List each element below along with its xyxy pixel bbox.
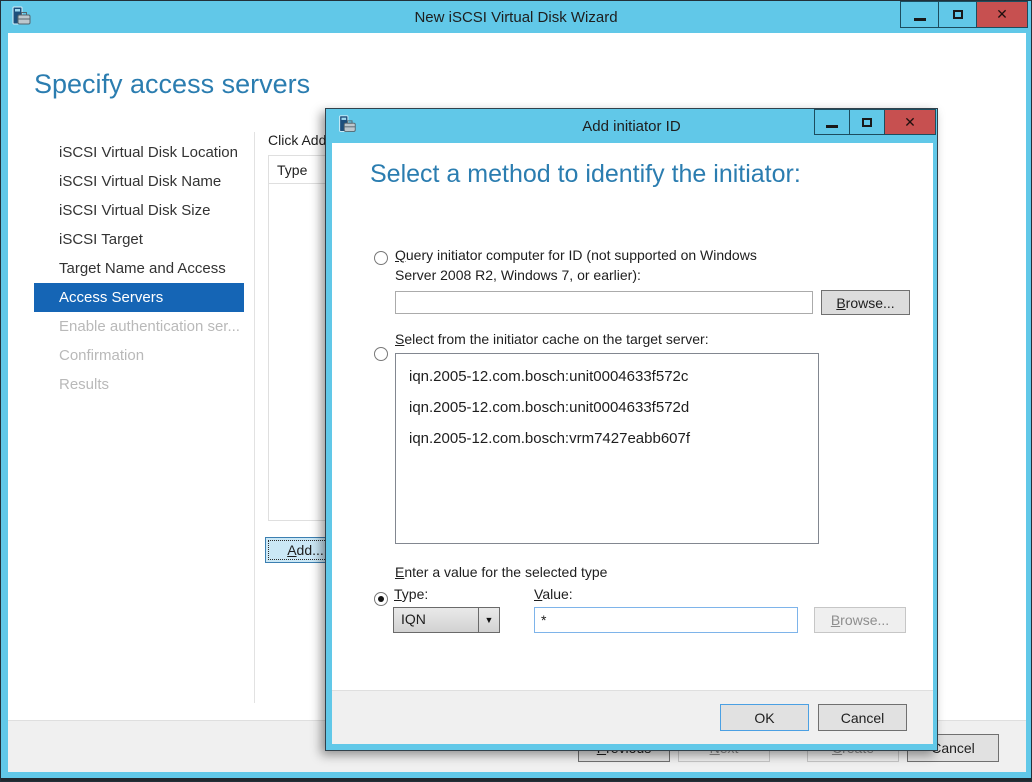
enter-value-label[interactable]: Enter a value for the selected type — [395, 562, 607, 582]
instruction-text: Click Add — [268, 132, 326, 148]
sidebar-item-iscsi-target[interactable]: iSCSI Target — [34, 225, 244, 254]
close-icon: ✕ — [904, 114, 916, 131]
dialog-minimize-button[interactable] — [814, 109, 850, 135]
query-initiator-input[interactable] — [395, 291, 813, 314]
dialog-maximize-button[interactable] — [849, 109, 885, 135]
sidebar-divider — [254, 132, 255, 703]
add-initiator-id-dialog: Add initiator ID ✕ Select a method to id… — [325, 108, 938, 751]
window-bottom-edge — [1, 778, 1031, 781]
list-item[interactable]: iqn.2005-12.com.bosch:vrm7427eabb607f — [396, 423, 818, 454]
ok-button[interactable]: OK — [720, 704, 809, 731]
close-button[interactable]: ✕ — [976, 1, 1028, 28]
sidebar-item-target-name-access[interactable]: Target Name and Access — [34, 254, 244, 283]
sidebar-item-enable-authentication: Enable authentication ser... — [34, 312, 244, 341]
sidebar-item-disk-size[interactable]: iSCSI Virtual Disk Size — [34, 196, 244, 225]
maximize-icon — [862, 118, 872, 127]
value-browse-button: Browse... — [814, 607, 906, 633]
close-icon: ✕ — [996, 6, 1008, 23]
sidebar-item-results: Results — [34, 370, 244, 399]
initiator-cache-label[interactable]: Select from the initiator cache on the t… — [395, 329, 709, 349]
page-title: Specify access servers — [34, 69, 310, 100]
sidebar-item-disk-name[interactable]: iSCSI Virtual Disk Name — [34, 167, 244, 196]
initiator-cache-listbox: iqn.2005-12.com.bosch:unit0004633f572c i… — [395, 353, 819, 544]
maximize-button[interactable] — [938, 1, 977, 28]
minimize-icon — [914, 18, 926, 21]
query-initiator-label[interactable]: Query initiator computer for ID (not sup… — [395, 245, 835, 285]
dialog-cancel-button[interactable]: Cancel — [818, 704, 907, 731]
type-label: Type: — [394, 586, 428, 602]
value-input[interactable] — [534, 607, 798, 633]
sidebar-item-access-servers[interactable]: Access Servers — [34, 283, 244, 312]
initiator-cache-radio[interactable] — [374, 347, 388, 361]
dialog-heading: Select a method to identify the initiato… — [370, 160, 801, 189]
list-item[interactable]: iqn.2005-12.com.bosch:unit0004633f572d — [396, 392, 818, 423]
dialog-close-button[interactable]: ✕ — [884, 109, 936, 135]
query-initiator-radio[interactable] — [374, 251, 388, 265]
sidebar-item-confirmation: Confirmation — [34, 341, 244, 370]
value-label: Value: — [534, 586, 573, 602]
new-iscsi-virtual-disk-wizard-window: New iSCSI Virtual Disk Wizard ✕ Specify … — [0, 0, 1032, 782]
enter-value-radio[interactable] — [374, 592, 388, 606]
query-browse-button[interactable]: Browse... — [821, 290, 910, 315]
type-dropdown-value: IQN — [394, 608, 478, 632]
sidebar-item-disk-location[interactable]: iSCSI Virtual Disk Location — [34, 138, 244, 167]
dialog-titlebar[interactable]: Add initiator ID ✕ — [326, 109, 937, 143]
wizard-step-list: iSCSI Virtual Disk Location iSCSI Virtua… — [34, 138, 244, 399]
chevron-down-icon[interactable]: ▼ — [478, 608, 499, 632]
list-item[interactable]: iqn.2005-12.com.bosch:unit0004633f572c — [396, 361, 818, 392]
minimize-button[interactable] — [900, 1, 939, 28]
window-title: New iSCSI Virtual Disk Wizard — [1, 9, 1031, 26]
type-dropdown[interactable]: IQN ▼ — [393, 607, 500, 633]
minimize-icon — [826, 125, 838, 128]
maximize-icon — [953, 10, 963, 19]
window-titlebar[interactable]: New iSCSI Virtual Disk Wizard ✕ — [1, 1, 1031, 33]
